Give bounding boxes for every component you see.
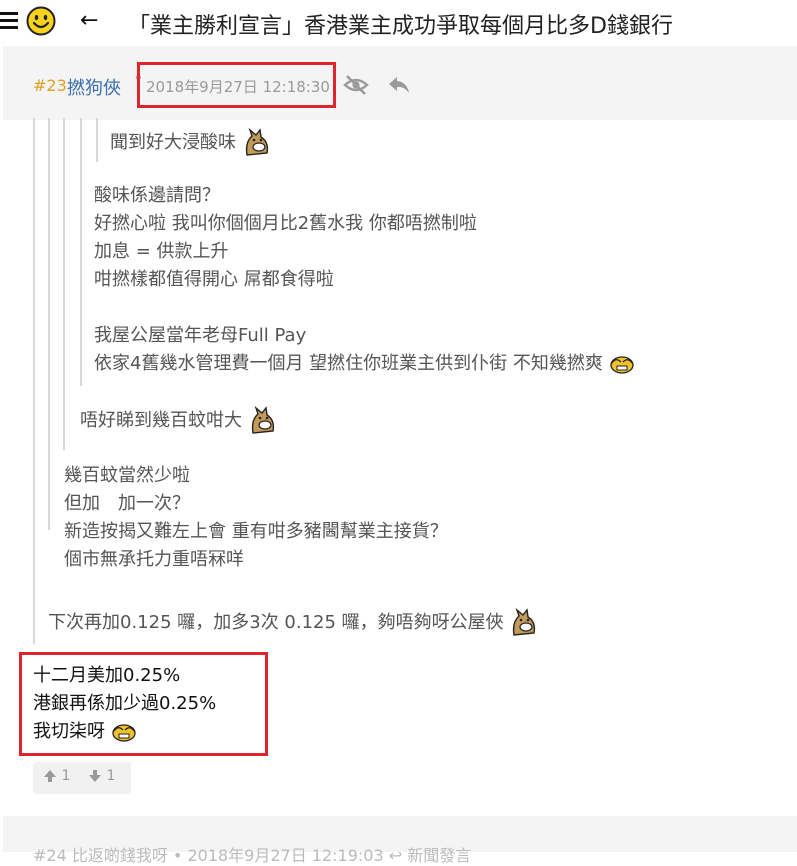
down-arrow-icon (89, 770, 101, 782)
quote-line: 新造按揭又難左上會 重有咁多豬閪幫業主接貨？ (64, 521, 448, 542)
quote-level-1: 幾百蚊當然少啦 但加 加一次？ 新造按揭又難左上會 重有咁多豬閪幫業主接貨？ 個… (64, 462, 448, 574)
next-post-preview: #24 比返啲錢我呀 • 2018年9月27日 12:19:03 ↩ 新聞發言 (33, 846, 472, 865)
timestamp-highlight-box (137, 62, 336, 108)
quote-line: 唔好睇到幾百蚊咁大 (80, 410, 242, 431)
downvote-count: 1 (106, 768, 116, 784)
quote-blank-line (94, 294, 635, 322)
quote-line-with-emoticon: 依家4舊幾水管理費一個月 望撚住你班業主供到仆街 不知幾撚爽 (94, 350, 635, 378)
thread-title: 「業主勝利宣言」香港業主成功爭取每個月比多D錢銀行 (128, 14, 673, 39)
upvote-button[interactable]: 1 (43, 768, 70, 784)
quote-line: 但加 加一次？ (64, 493, 190, 514)
upvote-count: 1 (61, 768, 71, 784)
laughing-dog-emoticon-icon (245, 128, 268, 156)
reply-icon[interactable] (387, 74, 411, 96)
post-number[interactable]: #23 (33, 76, 67, 95)
quote-line: 咁撚樣都值得開心 屌都食得啦 (94, 269, 334, 290)
quote-line: 個市無承托力重唔冧咩 (64, 549, 244, 570)
quote-bar-level-2 (48, 118, 50, 530)
reply-line: 港銀再係加少過0.25% (33, 693, 217, 714)
quote-line: 依家4舊幾水管理費一個月 望撚住你班業主供到仆街 不知幾撚爽 (94, 353, 603, 374)
quote-bar-level-3 (63, 118, 65, 450)
quote-level-0: 下次再加0.125 囉，加多3次 0.125 囉，夠唔夠呀公屋俠 (48, 608, 539, 638)
quote-bar-level-5 (96, 118, 98, 162)
vote-bar: 1 1 (33, 762, 131, 794)
quote-bar-level-1 (33, 118, 35, 644)
reply-line: 十二月美加0.25% (33, 665, 181, 686)
laughing-dog-emoticon-icon (251, 406, 274, 434)
smiley-logo-icon[interactable] (26, 6, 56, 36)
quote-line: 下次再加0.125 囉，加多3次 0.125 囉，夠唔夠呀公屋俠 (48, 612, 504, 633)
quote-line: 好撚心啦 我叫你個個月比2舊水我 你都唔撚制啦 (94, 213, 477, 234)
reply-line-with-emoticon: 我切柒呀 (33, 718, 216, 746)
quote-bar-level-4 (80, 118, 82, 386)
quote-level-3: 酸味係邊請問？ 好撚心啦 我叫你個個月比2舊水我 你都唔撚制啦 加息 = 供款上… (94, 182, 635, 378)
quote-line: 加息 = 供款上升 (94, 241, 229, 262)
covering-face-emoticon-icon (609, 356, 634, 374)
downvote-button[interactable]: 1 (88, 768, 115, 784)
quote-level-4: 聞到好大浸酸味 (110, 128, 272, 158)
top-bar: ← 「業主勝利宣言」香港業主成功爭取每個月比多D錢銀行 (0, 0, 797, 46)
reply-line: 我切柒呀 (33, 721, 105, 742)
quote-line: 聞到好大浸酸味 (110, 132, 236, 153)
quote-level-2: 唔好睇到幾百蚊咁大 (80, 406, 278, 436)
up-arrow-icon (44, 770, 56, 782)
post-reply-body: 十二月美加0.25% 港銀再係加少過0.25% 我切柒呀 (33, 662, 216, 746)
menu-icon[interactable] (0, 12, 20, 30)
laughing-dog-emoticon-icon (513, 608, 536, 636)
post-username[interactable]: 撚狗俠 (67, 74, 121, 100)
back-arrow-icon[interactable]: ← (80, 8, 98, 33)
quote-line: 酸味係邊請問？ (94, 185, 220, 206)
thread-page: #23 撚狗俠 • 2018年9月27日 12:18:30 聞到好大浸酸味 酸味… (0, 46, 797, 865)
quote-line: 我屋公屋當年老母Full Pay (94, 325, 307, 346)
hide-eye-icon[interactable] (343, 74, 369, 96)
covering-face-emoticon-icon (112, 724, 136, 742)
quote-line: 幾百蚊當然少啦 (64, 465, 190, 486)
